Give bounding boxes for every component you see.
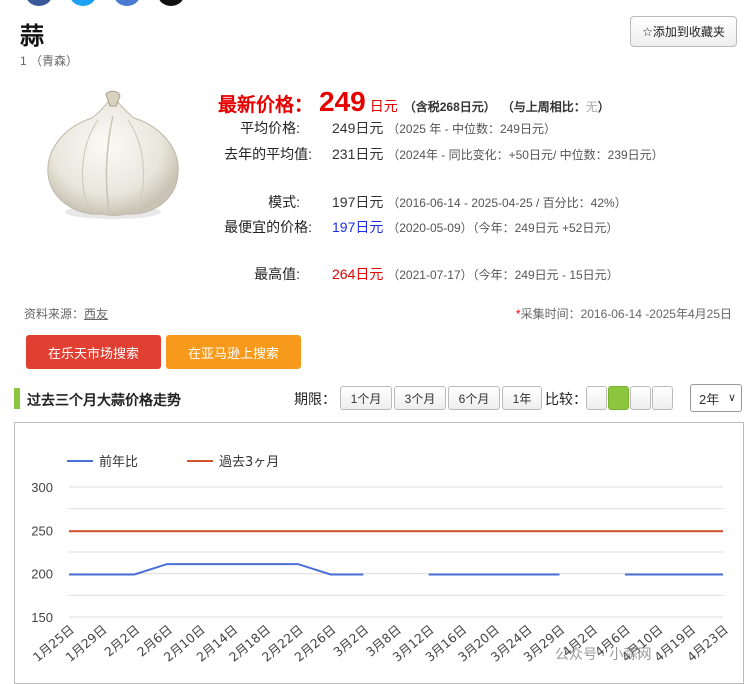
stat-average-label: 平均价格: <box>240 119 300 136</box>
watermark: 公众号 · 小蒜网 <box>555 644 651 664</box>
stat-highest-diff: - 15日元 <box>562 268 607 282</box>
latest-price: 最新价格： 249 日元 （含税268日元） （与上周相比：无） <box>218 86 616 118</box>
search-rakuten-button[interactable]: 在乐天市场搜索 <box>26 335 161 369</box>
stat-cheapest-label: 最便宜的价格: <box>224 218 312 235</box>
period-tabs: 1个月 3个月 6个月 1年 <box>340 386 542 410</box>
share-icon-1[interactable] <box>26 0 52 6</box>
stat-last-year: 去年的平均值: 231日元 （2024年 - 同比变化：+50日元/ 中位数：2… <box>218 144 664 164</box>
year-select-value: 2年 <box>699 391 720 407</box>
legend-label: 過去3ヶ月 <box>219 455 279 470</box>
stat-cheapest-note-b: ） <box>606 221 619 235</box>
x-tick-label: 3月2日 <box>330 622 371 660</box>
stat-last-year-note-a: （2024年 - 同比变化： <box>387 148 509 162</box>
weekly-compare: （与上周相比：无） <box>502 98 610 115</box>
stat-highest-label: 最高值: <box>254 265 300 282</box>
period-tab-1y[interactable]: 1年 <box>502 386 542 410</box>
stat-last-year-value: 231日元 <box>332 146 384 162</box>
share-icons <box>26 0 184 6</box>
stat-cheapest-diff: +52日元 <box>562 221 607 235</box>
y-tick-label: 200 <box>31 567 53 582</box>
compare-toggles <box>586 386 673 410</box>
y-tick-label: 250 <box>31 523 53 538</box>
share-icon-3[interactable] <box>114 0 140 6</box>
stat-highest: 最高值: 264日元 （2021-07-17）（今年：249日元 - 15日元） <box>218 264 619 284</box>
y-tick-label: 300 <box>31 480 53 495</box>
latest-price-label: 最新价格： <box>218 95 314 116</box>
stat-highest-value: 264日元 <box>332 266 384 282</box>
data-source-link[interactable]: 西友 <box>84 307 108 321</box>
share-icon-4[interactable] <box>158 0 184 6</box>
stat-mode-value: 197日元 <box>332 194 384 210</box>
weekly-compare-prefix: （与上周相比： <box>501 100 586 114</box>
period-tab-3m[interactable]: 3个月 <box>394 386 446 410</box>
garlic-image <box>47 90 179 219</box>
stat-cheapest-value: 197日元 <box>332 219 384 235</box>
year-select[interactable]: 2年 ∨ <box>690 384 742 412</box>
weekly-compare-value: 无 <box>585 100 598 114</box>
compare-label: 比较： <box>545 391 587 407</box>
stat-last-year-note-b: / 中位数：239日元） <box>552 148 664 162</box>
page-title: 蒜 <box>20 22 44 50</box>
period-label: 期限： <box>294 391 336 407</box>
stat-average-value: 249日元 <box>332 120 384 136</box>
stat-last-year-label: 去年的平均值: <box>224 145 312 162</box>
stat-cheapest-note-a: （2020-05-09）（今年：249日元 <box>387 221 562 235</box>
period-tab-1m[interactable]: 1个月 <box>340 386 392 410</box>
stat-mode-label: 模式: <box>268 193 300 210</box>
compare-toggle-3[interactable] <box>630 386 651 410</box>
y-tick-label: 150 <box>31 610 53 625</box>
stat-cheapest: 最便宜的价格: 197日元 （2020-05-09）（今年：249日元 +52日… <box>218 217 618 237</box>
product-subtitle: 1 （青森） <box>20 54 79 68</box>
watermark-text: 公众号 · 小蒜网 <box>555 646 652 662</box>
latest-price-unit: 日元 <box>369 98 398 114</box>
chart-section-title: 过去三个月大蒜价格走势 <box>27 392 181 408</box>
latest-price-value: 249 <box>319 86 366 117</box>
legend-label: 前年比 <box>99 454 138 470</box>
collection-text: 采集时间：2016-06-14 -2025年4月25日 <box>520 307 732 321</box>
compare-toggle-1[interactable] <box>586 386 607 410</box>
chevron-down-icon: ∨ <box>727 392 736 404</box>
compare-toggle-2[interactable] <box>608 386 629 410</box>
latest-price-tax: （含税268日元） <box>403 100 496 114</box>
series-line-last-year <box>69 563 364 576</box>
data-source-label: 资料来源： <box>24 307 85 321</box>
collection-period: *采集时间：2016-06-14 -2025年4月25日 <box>516 305 732 322</box>
stat-last-year-change: +50日元 <box>508 148 553 162</box>
x-tick-label: 2月2日 <box>101 622 142 660</box>
add-favorite-button[interactable]: ☆添加到收藏夹 <box>630 16 737 47</box>
search-amazon-button[interactable]: 在亚马逊上搜索 <box>166 335 301 369</box>
stat-mode-note: （2016-06-14 - 2025-04-25 / 百分比：42%） <box>387 196 627 210</box>
period-tab-6m[interactable]: 6个月 <box>448 386 500 410</box>
section-marker <box>14 388 20 409</box>
stat-average: 平均价格: 249日元 （2025 年 - 中位数：249日元） <box>218 118 556 138</box>
stat-average-note: （2025 年 - 中位数：249日元） <box>387 122 556 136</box>
compare-toggle-4[interactable] <box>652 386 673 410</box>
weekly-compare-suffix: ） <box>597 100 610 114</box>
data-source: 资料来源：西友 <box>24 305 108 322</box>
stat-mode: 模式: 197日元 （2016-06-14 - 2025-04-25 / 百分比… <box>218 192 627 212</box>
stat-highest-note-b: ） <box>606 268 619 282</box>
stat-highest-note-a: （2021-07-17）（今年：249日元 <box>387 268 562 282</box>
share-icon-2[interactable] <box>70 0 96 6</box>
